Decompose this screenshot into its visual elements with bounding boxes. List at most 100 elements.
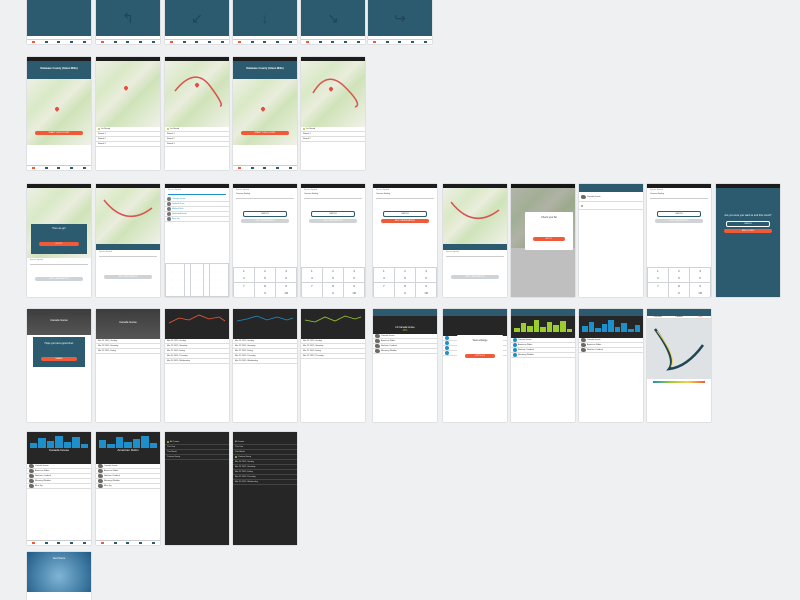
list-item[interactable]: Blue Jay [96, 484, 160, 489]
list-item[interactable]: Mar 20 2015, Wednesday [233, 359, 297, 364]
species-input[interactable] [30, 264, 88, 265]
species-label: Species Spotted [30, 259, 44, 261]
species-input[interactable] [376, 198, 434, 199]
lets-go-button[interactable]: LET'S GO [465, 354, 495, 358]
got-it-button[interactable]: GOT IT [533, 237, 565, 241]
screen-splash: Get there [27, 552, 91, 600]
tab-bar[interactable] [233, 39, 297, 44]
header-photo: Canada Goose [96, 309, 160, 339]
add-observation-button[interactable]: ADD OBSERVATION [381, 219, 429, 223]
number-pad[interactable]: 1 2 3 4 5 6 7 8 9 0 ⌫ [373, 267, 437, 297]
number-pad[interactable]: 1 2 3 4 5 6 7 8 9 0 ⌫ [233, 267, 297, 297]
search-input[interactable] [168, 194, 226, 195]
list-item[interactable]: Canada Goose [579, 192, 643, 202]
species-value[interactable]: Common Starling [233, 192, 297, 196]
list-item[interactable]: Mourning Warbler [373, 349, 437, 354]
share-button[interactable]: SHARE [41, 357, 77, 361]
map[interactable] [96, 61, 160, 127]
tab-bar[interactable] [27, 540, 91, 545]
species-input[interactable] [99, 256, 157, 257]
number-pad[interactable]: 1 2 3 4 5 6 7 8 9 0 ⌫ [647, 267, 711, 297]
start-count-button[interactable]: START YOUR COUNT [35, 131, 83, 135]
list-item[interactable]: Mar 21 2015, Thursday [301, 354, 365, 359]
tab-timeline[interactable]: Timeline [668, 316, 689, 318]
popup-title: Hope you had a good time! [44, 342, 74, 345]
add-observation-button[interactable]: ADD OBSERVATION [104, 275, 152, 279]
route-path [653, 328, 705, 371]
tab-map[interactable]: Map [690, 316, 711, 318]
date-item[interactable]: Mar 20 2015, Wednesday [233, 480, 297, 485]
screen-top-5: ↘ [301, 0, 365, 44]
end-count-question: Are you sure you want to end this count? [724, 214, 772, 217]
map[interactable] [27, 79, 91, 145]
start-count-button[interactable]: START YOUR COUNT [241, 131, 289, 135]
map[interactable] [301, 61, 365, 127]
tab-bar[interactable] [301, 39, 365, 44]
species-label: Species Spotted [99, 251, 113, 253]
screen-go-popup: Here we go! GOT IT Species Spotted ADD O… [27, 184, 91, 297]
cancel-button[interactable]: CANCEL [657, 211, 701, 217]
list-item[interactable]: Round 2 [301, 137, 365, 142]
list-item[interactable]: Blue Jay [27, 484, 91, 489]
cancel-button[interactable]: CANCEL [726, 221, 770, 227]
tab-bar[interactable] [96, 39, 160, 44]
species-value[interactable]: Common Starling [647, 192, 711, 196]
species-value[interactable]: Common Starling [301, 192, 365, 196]
list-item[interactable]: Northern Cardinal [579, 348, 643, 353]
map[interactable] [233, 79, 297, 145]
bar-chart [96, 434, 160, 448]
species-value[interactable]: Common Starling [373, 192, 437, 196]
species-input[interactable] [650, 198, 708, 199]
list-item[interactable]: Mar 20 2015, Wednesday [165, 359, 229, 364]
map-pin-icon[interactable] [260, 106, 266, 112]
number-pad[interactable]: 1 2 3 4 5 6 7 8 9 0 ⌫ [301, 267, 365, 297]
add-observation-button[interactable]: ADD OBSERVATION [451, 275, 499, 279]
map[interactable] [647, 319, 711, 379]
species-input[interactable] [236, 198, 294, 199]
map-pin-icon[interactable] [54, 106, 60, 112]
menu-item[interactable]: Custom Group [165, 455, 229, 460]
tab-bar[interactable] [96, 540, 160, 545]
screen-species-edit: Species Spotted Common Starling CANCEL A… [647, 184, 711, 297]
header [579, 309, 643, 316]
screen-map-2: 1st Round Round 1 Round 2 Round 3 [96, 57, 160, 170]
tab-bar[interactable] [27, 165, 91, 170]
screen-search: Species Spotted Canada Goose Gadwall Duc… [165, 184, 229, 297]
map[interactable] [165, 61, 229, 127]
add-observation-button[interactable]: ADD OBSERVATION [35, 277, 83, 281]
map[interactable] [443, 188, 507, 244]
map-pin-icon[interactable] [123, 85, 129, 91]
list-item[interactable]: Round 3 [165, 142, 229, 147]
bar-chart [579, 318, 643, 332]
screen-quantity-3: Species Spotted Common Starling CANCEL A… [373, 184, 437, 297]
add-observation-button[interactable]: ADD OBSERVATION [241, 219, 289, 223]
cancel-button[interactable]: CANCEL [383, 211, 427, 217]
tab-bar[interactable] [233, 165, 297, 170]
map[interactable] [96, 188, 160, 244]
add-observation-button[interactable]: ADD OBSERVATION [655, 219, 703, 223]
legend-bar [653, 381, 705, 383]
screen-menu-dark: All Counts This Year This Month Custom G… [165, 432, 229, 545]
end-count-button[interactable]: END COUNT [724, 229, 772, 233]
add-observation-button[interactable]: ADD OBSERVATION [309, 219, 357, 223]
species-input[interactable] [304, 198, 362, 199]
header [511, 309, 575, 316]
tab-bar[interactable] [165, 39, 229, 44]
cancel-button[interactable]: CANCEL [243, 211, 287, 217]
range-popup: View a Range LET'S GO [457, 335, 503, 365]
list-item[interactable]: Mourning Warbler [511, 353, 575, 358]
list-item[interactable] [579, 202, 643, 210]
screen-quantity-2: Species Spotted Common Starling CANCEL A… [301, 184, 365, 297]
list-item[interactable]: Mar 22 2015, Friday [96, 349, 160, 354]
keyboard[interactable] [165, 263, 229, 297]
list-item[interactable]: Blue Jay [165, 217, 229, 222]
got-it-button[interactable]: GOT IT [39, 242, 79, 246]
species-input[interactable] [446, 256, 504, 257]
cancel-button[interactable]: CANCEL [311, 211, 355, 217]
tab-bar[interactable] [368, 39, 432, 44]
tab-overview[interactable]: Overview [647, 316, 668, 318]
list-item[interactable]: Round 3 [96, 142, 160, 147]
screen-map-4: Delaware County (Glenn Mills) START YOUR… [233, 57, 297, 170]
tab-bar[interactable] [27, 39, 91, 44]
popup-title: Here we go! [52, 227, 66, 230]
